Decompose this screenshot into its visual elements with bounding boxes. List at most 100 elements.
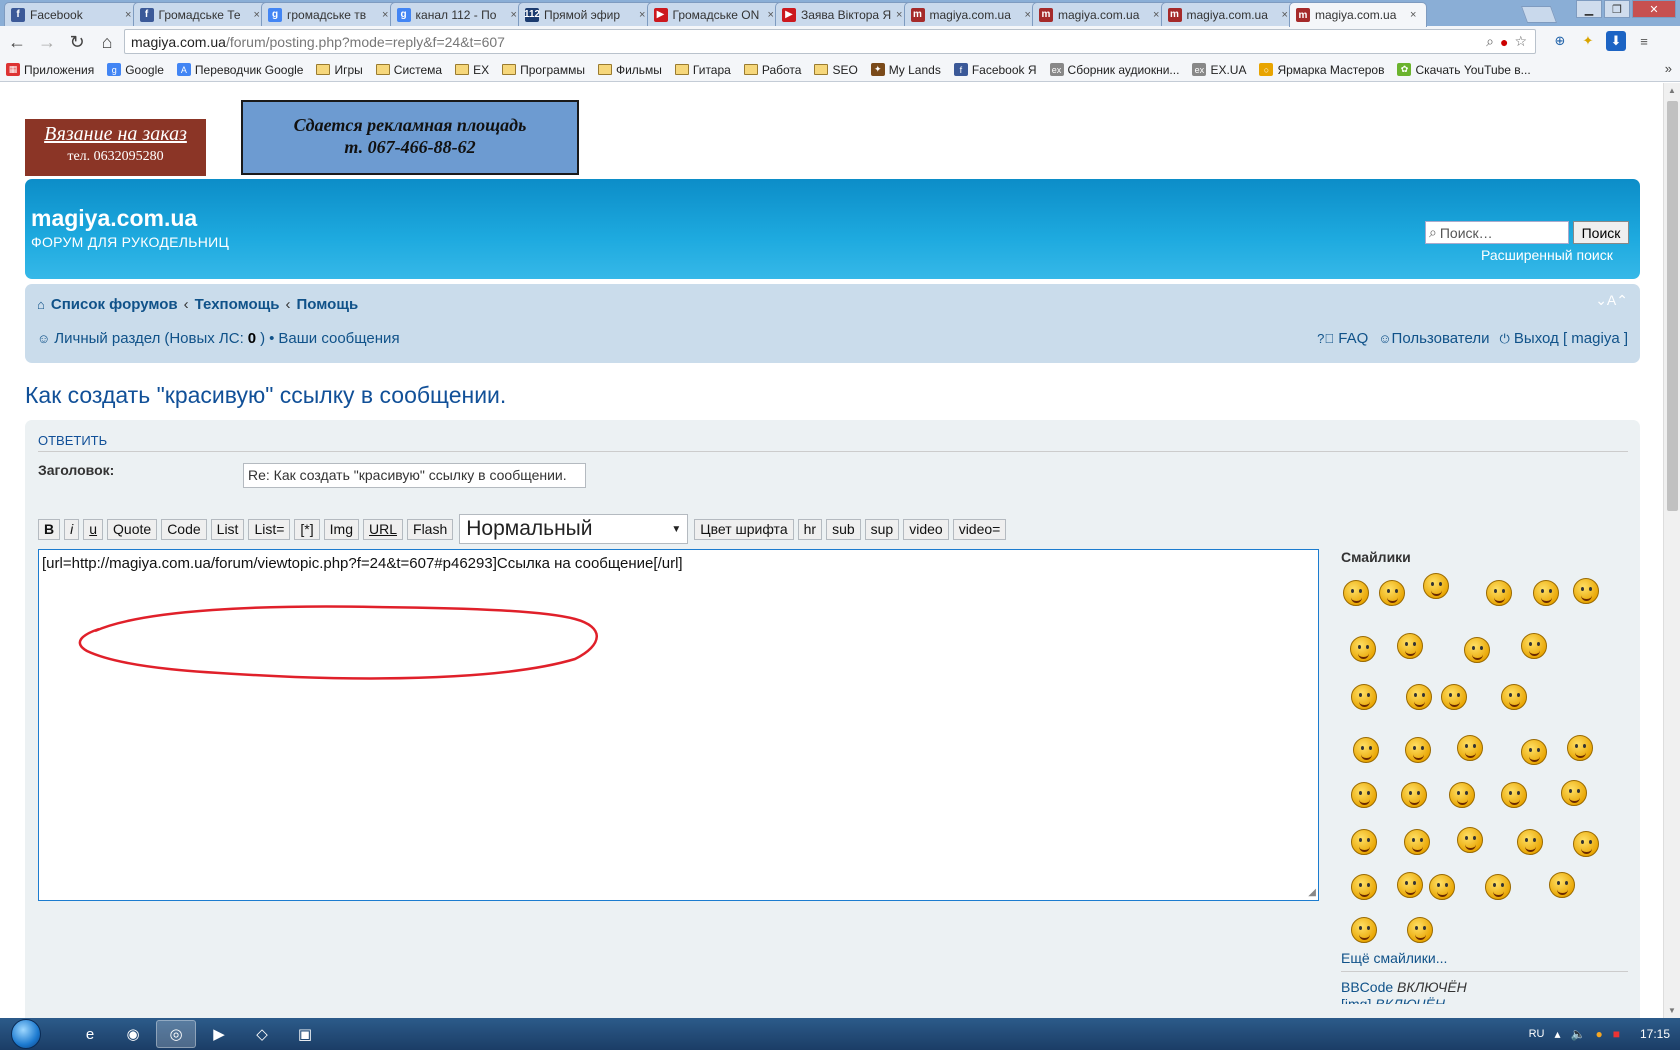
smiley-icon[interactable] — [1407, 917, 1433, 943]
logout-link[interactable]: ⏻ Выход [ magiya ] — [1499, 330, 1628, 347]
reload-button[interactable]: ↻ — [64, 29, 90, 55]
smiley-icon[interactable] — [1351, 782, 1377, 808]
tab-close-icon[interactable]: × — [1410, 9, 1420, 21]
breadcrumb-techhelp[interactable]: Техпомощь — [195, 296, 280, 313]
smiley-icon[interactable] — [1441, 684, 1467, 710]
bookmark-item[interactable]: SEO — [814, 63, 858, 77]
bookmark-item[interactable]: Работа — [743, 63, 801, 77]
bookmark-item[interactable]: ex Сборник аудиокни... — [1049, 63, 1179, 77]
topic-title[interactable]: Как создать "красивую" ссылку в сообщени… — [25, 382, 506, 409]
bookmark-item[interactable]: Гитара — [674, 63, 731, 77]
smiley-icon[interactable] — [1521, 633, 1547, 659]
bookmark-item[interactable]: ✿ Скачать YouTube в... — [1397, 63, 1531, 77]
italic-button[interactable]: i — [64, 518, 80, 540]
ie-icon[interactable]: e — [70, 1020, 110, 1048]
tray-app-icon[interactable]: ● — [1595, 1027, 1602, 1041]
smiley-icon[interactable] — [1350, 636, 1376, 662]
browser-tab[interactable]: f Громадське Те × — [132, 2, 271, 26]
search-button[interactable]: Поиск — [1573, 221, 1629, 244]
smiley-icon[interactable] — [1573, 831, 1599, 857]
smiley-icon[interactable] — [1501, 684, 1527, 710]
bookmark-item[interactable]: ✦ My Lands — [870, 63, 941, 77]
bold-button[interactable]: B — [38, 518, 61, 540]
list-item-button[interactable]: [*] — [294, 518, 320, 540]
bbcode-label[interactable]: BBCode — [1341, 979, 1393, 995]
menu-icon[interactable]: ≡ — [1634, 31, 1654, 51]
star-bookmark-icon[interactable]: ☆ — [1514, 33, 1527, 50]
back-button[interactable]: ← — [4, 29, 30, 55]
smiley-icon[interactable] — [1351, 684, 1377, 710]
code-button[interactable]: Code — [161, 518, 207, 540]
smiley-icon[interactable] — [1397, 633, 1423, 659]
smiley-icon[interactable] — [1405, 737, 1431, 763]
smiley-icon[interactable] — [1567, 735, 1593, 761]
smiley-icon[interactable] — [1379, 580, 1405, 606]
smiley-icon[interactable] — [1501, 782, 1527, 808]
app-icon[interactable]: ◇ — [242, 1020, 282, 1048]
smiley-icon[interactable] — [1406, 684, 1432, 710]
restore-button[interactable]: ❐ — [1604, 0, 1630, 18]
browser-tab[interactable]: g канал 112 - По × — [389, 2, 528, 26]
smiley-icon[interactable] — [1397, 872, 1423, 898]
video-button[interactable]: video — [903, 518, 949, 540]
smiley-icon[interactable] — [1343, 580, 1369, 606]
media-player-icon[interactable]: ▶ — [199, 1020, 239, 1048]
sup-button[interactable]: sup — [864, 518, 900, 540]
url-button[interactable]: URL — [363, 518, 404, 540]
volume-icon[interactable]: 🔈 — [1571, 1027, 1586, 1041]
browser-tab[interactable]: ▶ Громадське ON × — [646, 2, 785, 26]
browser-tab[interactable]: g громадське тв × — [261, 2, 399, 26]
smiley-icon[interactable] — [1449, 782, 1475, 808]
breadcrumb-help[interactable]: Помощь — [297, 296, 359, 313]
forward-button[interactable]: → — [34, 29, 60, 55]
smiley-icon[interactable] — [1457, 735, 1483, 761]
address-bar[interactable]: magiya.com.ua/forum/posting.php?mode=rep… — [124, 29, 1536, 54]
close-window-button[interactable]: ✕ — [1632, 0, 1676, 18]
bookmark-item[interactable]: ex EX.UA — [1192, 63, 1246, 77]
bookmark-item[interactable]: ○ Ярмарка Мастеров — [1259, 63, 1384, 77]
smiley-icon[interactable] — [1404, 829, 1430, 855]
app-icon-2[interactable]: ▣ — [285, 1020, 325, 1048]
site-name[interactable]: magiya.com.ua — [31, 205, 197, 232]
img-label[interactable]: [img] — [1341, 996, 1371, 1004]
browser-tab[interactable]: m magiya.com.ua × — [1289, 2, 1427, 27]
smiley-icon[interactable] — [1573, 578, 1599, 604]
bookmark-item[interactable]: ▦ Приложения — [6, 63, 94, 77]
bookmark-item[interactable]: Игры — [316, 63, 363, 77]
personal-section-link[interactable]: Личный раздел — [54, 330, 160, 347]
list-button[interactable]: List — [210, 518, 245, 540]
smiley-icon[interactable] — [1533, 580, 1559, 606]
breadcrumb-forum-index[interactable]: Список форумов — [51, 296, 178, 313]
browser-tab[interactable]: f Facebook × — [4, 2, 142, 26]
smiley-icon[interactable] — [1351, 917, 1377, 943]
smiley-icon[interactable] — [1429, 874, 1455, 900]
tray-app-icon-2[interactable]: ■ — [1613, 1027, 1620, 1041]
pro-extension-icon[interactable]: ● — [1500, 34, 1508, 50]
knitting-ad-banner[interactable]: Вязание на заказ тел. 0632095280 — [25, 119, 206, 176]
search-icon[interactable]: ⌕ — [1486, 33, 1494, 50]
page-scrollbar[interactable]: ▲ ▼ — [1663, 83, 1680, 1018]
bookmark-item[interactable]: Программы — [502, 63, 585, 77]
browser-tab[interactable]: ▶ Заява Віктора Я × — [775, 2, 913, 26]
bookmark-item[interactable]: Система — [375, 63, 442, 77]
scroll-up-icon[interactable]: ▲ — [1668, 86, 1676, 95]
vpn-extension-icon[interactable]: ⊕ — [1550, 31, 1570, 51]
members-link[interactable]: ☺Пользователи — [1378, 330, 1489, 347]
resize-handle-icon[interactable]: ◢ — [1308, 887, 1316, 898]
ordered-list-button[interactable]: List= — [248, 518, 291, 540]
download-extension-icon[interactable]: ⬇ — [1606, 31, 1626, 51]
smiley-icon[interactable] — [1549, 872, 1575, 898]
hr-button[interactable]: hr — [797, 518, 823, 540]
smiley-icon[interactable] — [1351, 829, 1377, 855]
smiley-icon[interactable] — [1485, 874, 1511, 900]
font-size-select[interactable]: Нормальный ▼ — [459, 514, 689, 544]
bookmark-item[interactable]: g Google — [107, 63, 164, 77]
smiley-icon[interactable] — [1351, 874, 1377, 900]
language-indicator[interactable]: RU — [1529, 1028, 1545, 1040]
sub-button[interactable]: sub — [826, 518, 861, 540]
firefox-icon[interactable]: ◉ — [113, 1020, 153, 1048]
chrome-icon[interactable]: ◎ — [156, 1020, 196, 1048]
faq-link[interactable]: ?⃝ FAQ — [1317, 330, 1368, 347]
browser-tab[interactable]: m magiya.com.ua × — [1032, 2, 1170, 26]
smiley-icon[interactable] — [1423, 573, 1449, 599]
